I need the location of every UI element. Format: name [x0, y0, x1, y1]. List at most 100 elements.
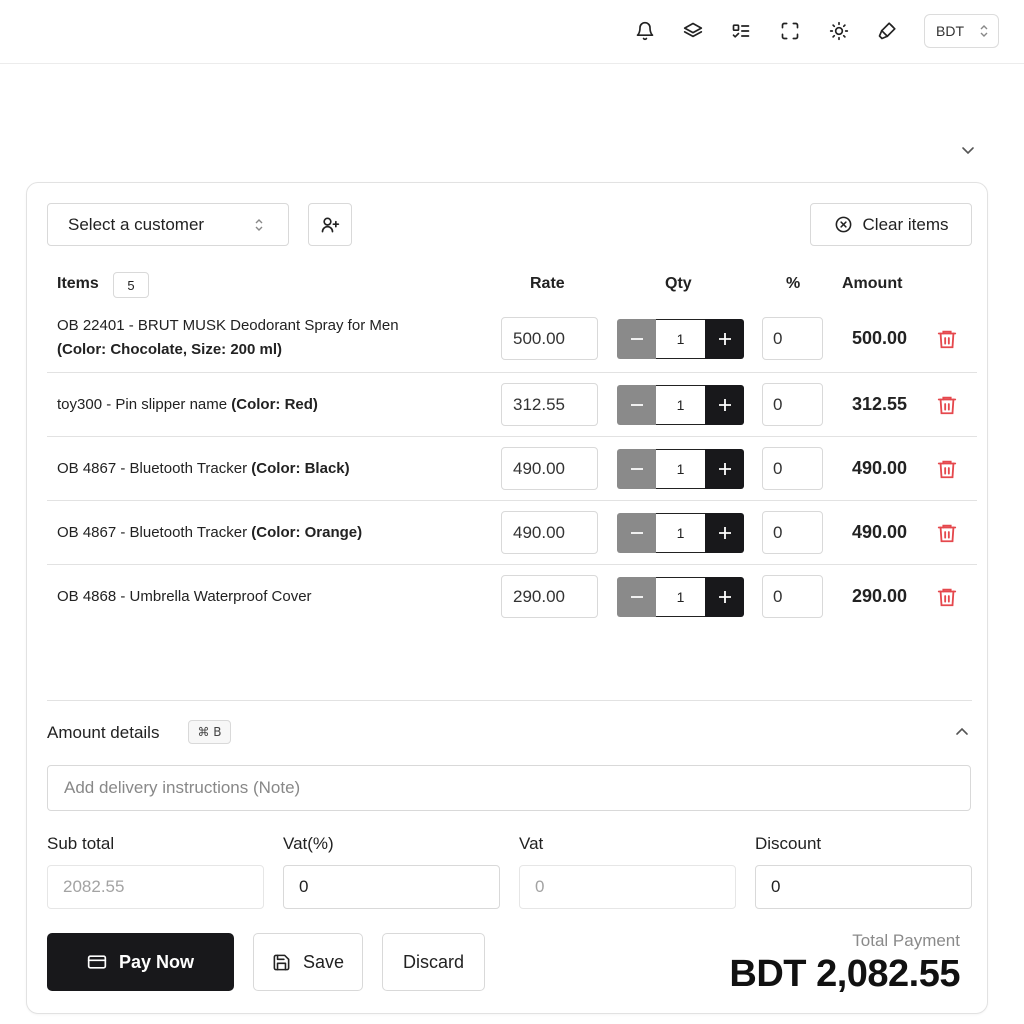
discount-label: Discount	[755, 834, 822, 853]
item-variant: (Color: Red)	[231, 396, 318, 413]
save-button[interactable]: Save	[253, 933, 363, 991]
trash-icon[interactable]	[936, 394, 958, 416]
header-amount: Amount	[842, 275, 903, 292]
table-row: OB 4867 - Bluetooth Tracker (Color: Blac…	[47, 437, 977, 501]
bell-icon[interactable]	[631, 17, 659, 45]
item-variant: (Color: Black)	[251, 460, 350, 477]
qty-value[interactable]: 1	[656, 449, 705, 489]
vat-label: Vat	[519, 834, 544, 853]
qty-value[interactable]: 1	[656, 385, 705, 425]
qty-value[interactable]: 1	[656, 577, 705, 617]
rate-input[interactable]: 290.00	[501, 575, 598, 618]
discard-button[interactable]: Discard	[382, 933, 485, 991]
pay-now-button[interactable]: Pay Now	[47, 933, 234, 991]
discard-label: Discard	[402, 951, 464, 972]
rate-input[interactable]: 490.00	[501, 447, 598, 490]
row-amount: 490.00	[851, 522, 907, 542]
qty-decrease-button[interactable]	[617, 385, 656, 425]
discount-field[interactable]: 0	[755, 865, 972, 909]
chevron-down-icon[interactable]	[959, 141, 977, 159]
table-row: OB 4868 - Umbrella Waterproof Cover 290.…	[47, 565, 977, 629]
divider	[47, 700, 972, 701]
percent-input[interactable]: 0	[762, 575, 823, 618]
header-percent: %	[786, 275, 801, 292]
quantity-stepper: 1	[617, 577, 744, 617]
item-name: OB 4867 - Bluetooth Tracker (Color: Oran…	[57, 521, 362, 545]
currency-select[interactable]: BDT	[924, 14, 999, 48]
qty-value[interactable]: 1	[656, 513, 705, 553]
user-plus-icon	[321, 217, 340, 232]
top-bar: BDT	[0, 0, 1024, 64]
customer-select[interactable]: Select a customer	[47, 203, 289, 246]
fullscreen-icon[interactable]	[776, 17, 804, 45]
pay-now-label: Pay Now	[118, 951, 195, 972]
qty-value[interactable]: 1	[656, 319, 705, 359]
minus-icon	[630, 468, 643, 470]
qty-decrease-button[interactable]	[617, 319, 656, 359]
qty-increase-button[interactable]	[705, 513, 744, 553]
minus-icon	[630, 596, 643, 598]
item-title: OB 22401 - BRUT MUSK Deodorant Spray for…	[57, 317, 399, 334]
percent-input[interactable]: 0	[762, 317, 823, 360]
trash-icon[interactable]	[936, 458, 958, 480]
percent-input[interactable]: 0	[762, 511, 823, 554]
header-qty: Qty	[665, 275, 692, 292]
trash-icon[interactable]	[936, 586, 958, 608]
qty-increase-button[interactable]	[705, 319, 744, 359]
chevrons-up-down-icon	[255, 219, 263, 231]
row-amount: 290.00	[851, 586, 907, 606]
item-name: OB 4867 - Bluetooth Tracker (Color: Blac…	[57, 457, 350, 481]
total-payment-label: Total Payment	[852, 931, 960, 950]
customer-select-label: Select a customer	[68, 214, 205, 234]
qty-increase-button[interactable]	[705, 577, 744, 617]
item-title: OB 4867 - Bluetooth Tracker	[57, 524, 248, 541]
save-label: Save	[302, 951, 345, 972]
plus-icon	[718, 591, 731, 603]
percent-input[interactable]: 0	[762, 383, 823, 426]
qty-decrease-button[interactable]	[617, 449, 656, 489]
row-amount: 312.55	[851, 394, 907, 414]
percent-input[interactable]: 0	[762, 447, 823, 490]
checklist-icon[interactable]	[727, 17, 755, 45]
item-title: OB 4867 - Bluetooth Tracker	[57, 460, 248, 477]
currency-label: BDT	[936, 23, 964, 39]
rate-input[interactable]: 490.00	[501, 511, 598, 554]
item-title: toy300 - Pin slipper name	[57, 396, 228, 413]
keyboard-shortcut-badge: ⌘ B	[188, 720, 231, 744]
layers-icon[interactable]	[679, 17, 707, 45]
clear-items-button[interactable]: Clear items	[810, 203, 972, 246]
trash-icon[interactable]	[936, 522, 958, 544]
pos-card: Select a customer Clear items Items 5 Ra…	[26, 182, 988, 1014]
qty-increase-button[interactable]	[705, 449, 744, 489]
minus-icon	[630, 338, 643, 340]
table-row: OB 22401 - BRUT MUSK Deodorant Spray for…	[47, 305, 977, 373]
table-row: toy300 - Pin slipper name (Color: Red) 3…	[47, 373, 977, 437]
qty-decrease-button[interactable]	[617, 577, 656, 617]
item-name: toy300 - Pin slipper name (Color: Red)	[57, 393, 318, 417]
amount-details-title: Amount details	[47, 723, 160, 742]
total-payment-value: BDT 2,082.55	[729, 953, 960, 995]
rate-input[interactable]: 500.00	[501, 317, 598, 360]
rate-input[interactable]: 312.55	[501, 383, 598, 426]
minus-icon	[630, 532, 643, 534]
header-items: Items	[57, 275, 99, 292]
header-rate: Rate	[530, 275, 565, 292]
vat-percent-label: Vat(%)	[283, 834, 334, 853]
delivery-note-input[interactable]: Add delivery instructions (Note)	[47, 765, 971, 811]
trash-icon[interactable]	[936, 328, 958, 350]
sun-icon[interactable]	[825, 17, 853, 45]
items-count-badge: 5	[113, 272, 149, 298]
item-title: OB 4868 - Umbrella Waterproof Cover	[57, 588, 312, 605]
add-customer-button[interactable]	[308, 203, 352, 246]
minus-icon	[630, 404, 643, 406]
vat-percent-field[interactable]: 0	[283, 865, 500, 909]
save-icon	[273, 954, 290, 970]
paintbrush-icon[interactable]	[873, 17, 901, 45]
qty-decrease-button[interactable]	[617, 513, 656, 553]
item-variant: (Color: Chocolate, Size: 200 ml)	[57, 341, 283, 358]
chevron-up-icon[interactable]	[953, 723, 971, 741]
quantity-stepper: 1	[617, 449, 744, 489]
quantity-stepper: 1	[617, 385, 744, 425]
qty-increase-button[interactable]	[705, 385, 744, 425]
row-amount: 490.00	[851, 458, 907, 478]
